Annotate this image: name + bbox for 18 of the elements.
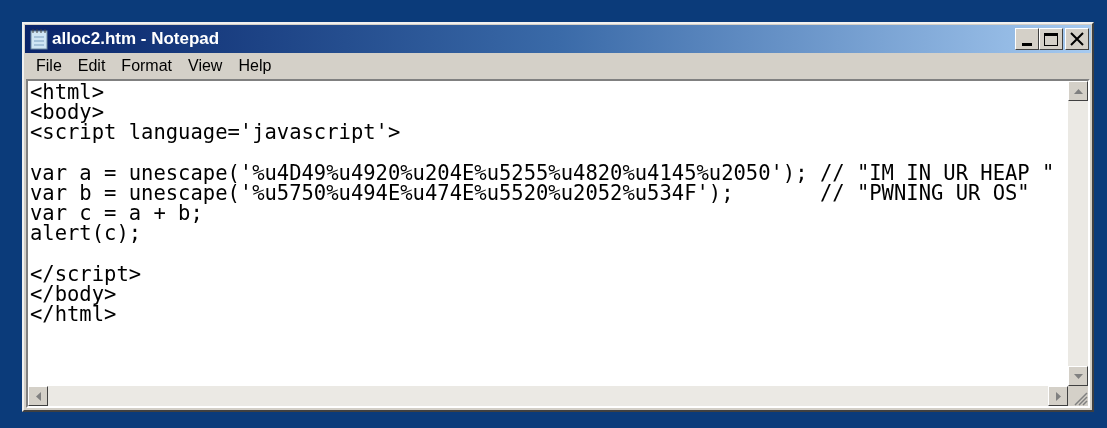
window-title: alloc2.htm - Notepad bbox=[52, 28, 220, 51]
menu-item[interactable]: File bbox=[28, 54, 70, 78]
minimize-button[interactable] bbox=[1015, 28, 1039, 50]
resize-grip-icon[interactable] bbox=[1072, 390, 1088, 406]
maximize-button[interactable] bbox=[1039, 28, 1063, 50]
down-arrow-icon bbox=[1073, 373, 1083, 379]
menu-item[interactable]: Edit bbox=[69, 54, 114, 78]
menu-item[interactable]: View bbox=[180, 54, 231, 78]
menu-item[interactable]: Help bbox=[230, 54, 280, 78]
horizontal-scrollbar[interactable] bbox=[28, 386, 1068, 406]
right-arrow-icon bbox=[1055, 391, 1061, 401]
close-button[interactable] bbox=[1065, 28, 1089, 50]
notepad-icon bbox=[29, 28, 49, 50]
up-arrow-icon bbox=[1073, 88, 1083, 94]
vertical-scrollbar[interactable] bbox=[1068, 81, 1088, 386]
close-icon bbox=[1070, 32, 1084, 46]
menu-item[interactable]: Format bbox=[113, 54, 181, 78]
left-arrow-icon bbox=[35, 391, 41, 401]
